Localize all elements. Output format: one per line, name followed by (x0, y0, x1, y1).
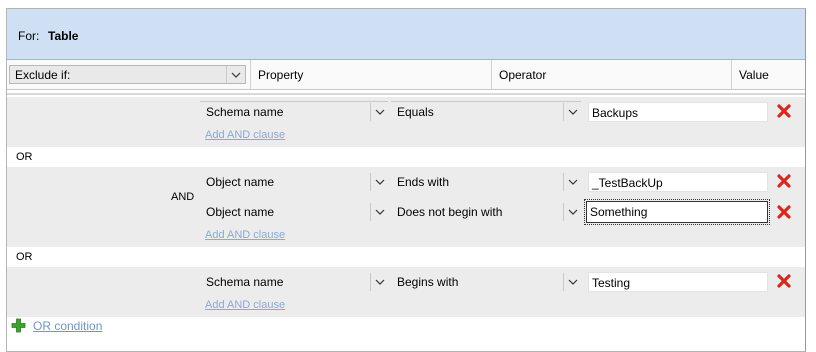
divider (7, 93, 805, 95)
operator-select[interactable]: Begins with (391, 271, 581, 293)
delete-clause-button[interactable] (776, 204, 792, 220)
column-header-row: Exclude if: Property Operator Value (7, 60, 805, 90)
value-input[interactable]: Backups (588, 102, 768, 122)
or-separator: OR (7, 247, 805, 267)
green-plus-icon (11, 318, 26, 336)
or-group-1: Schema name Equals Backups Add AND claus… (7, 97, 805, 147)
operator-select[interactable]: Ends with (391, 171, 581, 193)
chevron-down-icon (563, 103, 581, 121)
property-select[interactable]: Schema name (200, 271, 388, 293)
property-select[interactable]: Object name (200, 201, 388, 223)
or-separator: OR (7, 147, 805, 167)
condition-editor-panel: For: Table Exclude if: Property Operator… (6, 8, 806, 352)
red-x-icon (777, 274, 791, 288)
for-value: Table (48, 29, 79, 43)
column-header-operator: Operator (491, 60, 732, 89)
or-group-2: AND Object name Ends with _TestBackUp Ob… (7, 167, 805, 247)
or-condition-link[interactable]: OR condition (33, 319, 102, 333)
for-label: For: (18, 29, 40, 43)
value-input[interactable]: Testing (588, 272, 768, 292)
chevron-down-icon (226, 66, 245, 83)
value-input[interactable]: _TestBackUp (588, 172, 768, 192)
chevron-down-icon (563, 273, 581, 291)
operator-select[interactable]: Does not begin with (391, 201, 581, 223)
property-select[interactable]: Schema name (200, 101, 388, 123)
add-and-clause-link[interactable]: Add AND clause (205, 299, 285, 311)
chevron-down-icon (370, 273, 388, 291)
chevron-down-icon (370, 203, 388, 221)
chevron-down-icon (563, 203, 581, 221)
exclude-mode-select[interactable]: Exclude if: (9, 65, 246, 84)
value-input[interactable]: Something (584, 199, 770, 225)
red-x-icon (777, 174, 791, 188)
column-header-value: Value (731, 60, 805, 89)
column-header-property: Property (250, 60, 491, 89)
property-select[interactable]: Object name (200, 171, 388, 193)
delete-clause-button[interactable] (776, 173, 792, 189)
add-and-clause-link[interactable]: Add AND clause (205, 129, 285, 141)
exclude-mode-label: Exclude if: (15, 68, 71, 82)
and-label: AND (171, 191, 195, 203)
red-x-icon (777, 104, 791, 118)
red-x-icon (777, 205, 791, 219)
chevron-down-icon (370, 173, 388, 191)
operator-select[interactable]: Equals (391, 101, 581, 123)
or-group-3: Schema name Begins with Testing Add AND … (7, 267, 805, 317)
add-and-clause-link[interactable]: Add AND clause (205, 229, 285, 241)
delete-clause-button[interactable] (776, 103, 792, 119)
delete-clause-button[interactable] (776, 273, 792, 289)
chevron-down-icon (563, 173, 581, 191)
chevron-down-icon (370, 103, 388, 121)
for-bar: For: Table (7, 9, 805, 60)
